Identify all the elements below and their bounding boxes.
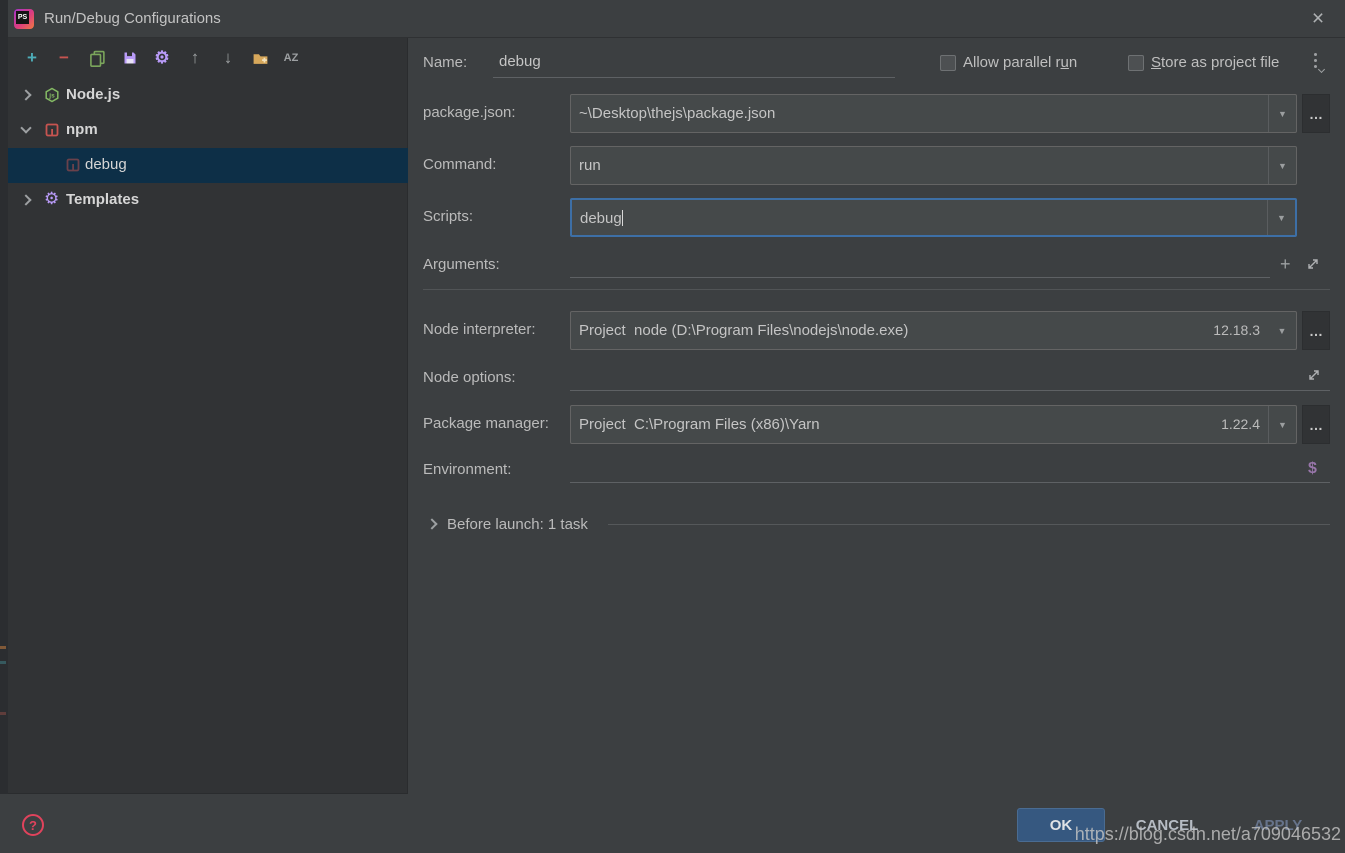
text-caret [622, 210, 623, 226]
move-up-icon[interactable]: ↑ [184, 47, 206, 69]
configurations-sidebar: + − ⚙ ↑ ↓ AZ js Node.js [8, 38, 408, 794]
package-manager-browse-button[interactable]: … [1302, 405, 1330, 444]
node-version: 12.18.3 [1213, 312, 1260, 349]
dropdown-arrow-icon[interactable]: ▼ [1268, 147, 1296, 184]
tree-item-label: Node.js [66, 86, 120, 103]
expand-field-icon[interactable] [1306, 367, 1322, 383]
sort-alphabetically-icon[interactable]: AZ [280, 47, 302, 69]
store-as-project-file-checkbox[interactable] [1128, 55, 1144, 71]
node-interpreter-browse-button[interactable]: … [1302, 311, 1330, 350]
nodejs-icon: js [44, 87, 60, 103]
dropdown-arrow-icon[interactable]: ▼ [1268, 95, 1296, 132]
svg-text:js: js [48, 93, 55, 100]
before-launch-line [608, 524, 1330, 525]
title-bar: PS Run/Debug Configurations × [8, 0, 1345, 38]
tree-item-npm[interactable]: npm [8, 113, 408, 148]
package-manager-combobox[interactable]: Project C:\Program Files (x86)\Yarn 1.22… [570, 405, 1297, 444]
tree-item-nodejs[interactable]: js Node.js [8, 78, 408, 113]
remove-configuration-icon[interactable]: − [53, 47, 75, 69]
package-json-browse-button[interactable]: … [1302, 94, 1330, 133]
node-interpreter-combobox[interactable]: Project node (D:\Program Files\nodejs\no… [570, 311, 1297, 350]
package-json-combobox[interactable]: ~\Desktop\thejs\package.json ▼ [570, 94, 1297, 133]
dropdown-arrow-icon[interactable]: ▼ [1268, 406, 1296, 443]
before-launch-label[interactable]: Before launch: 1 task [447, 516, 588, 533]
command-label: Command: [423, 156, 496, 173]
package-json-label: package.json: [423, 104, 516, 121]
node-options-input[interactable] [570, 361, 1330, 391]
watermark: https://blog.csdn.net/a709046532 [1075, 824, 1341, 845]
store-as-project-file-label[interactable]: Store as project file [1151, 54, 1279, 71]
phpstorm-badge: PS [16, 11, 29, 24]
stripe-mark [0, 661, 6, 664]
scripts-label: Scripts: [423, 208, 473, 225]
name-label: Name: [423, 54, 467, 71]
chevron-right-icon[interactable] [20, 89, 31, 100]
dialog-title: Run/Debug Configurations [44, 10, 221, 27]
dropdown-arrow-icon[interactable]: ▼ [1267, 200, 1295, 235]
section-separator [423, 289, 1330, 290]
more-options-icon[interactable] [1310, 52, 1326, 76]
gear-icon: ⚙ [44, 191, 60, 207]
command-combobox[interactable]: run ▼ [570, 146, 1297, 185]
sidebar-toolbar: + − ⚙ ↑ ↓ AZ [8, 38, 407, 80]
environment-label: Environment: [423, 461, 511, 478]
stripe-mark [0, 646, 6, 649]
npm-icon [65, 157, 81, 173]
chevron-right-icon[interactable] [426, 518, 437, 529]
edit-templates-icon[interactable]: ⚙ [151, 47, 173, 69]
tree-item-debug[interactable]: debug [8, 148, 408, 183]
allow-parallel-run-label[interactable]: Allow parallel run [963, 54, 1077, 71]
dialog-footer: ? OK CANCEL APPLY https://blog.csdn.net/… [0, 794, 1345, 853]
allow-parallel-run-checkbox[interactable] [940, 55, 956, 71]
chevron-down-icon[interactable] [20, 122, 31, 133]
help-icon[interactable]: ? [22, 814, 44, 836]
environment-input[interactable] [570, 453, 1330, 483]
add-configuration-icon[interactable]: + [21, 47, 43, 69]
arguments-input[interactable] [570, 248, 1270, 278]
chevron-right-icon[interactable] [20, 194, 31, 205]
npm-icon [44, 122, 60, 138]
window-edge-strip [0, 0, 8, 853]
add-argument-icon[interactable]: + [1280, 256, 1291, 272]
dropdown-arrow-icon[interactable]: ▼ [1268, 312, 1296, 349]
tree-item-label: debug [85, 156, 127, 173]
phpstorm-icon: PS [14, 9, 34, 29]
new-folder-icon[interactable] [249, 47, 271, 69]
copy-configuration-icon[interactable] [86, 47, 108, 69]
environment-variables-icon[interactable]: $ [1308, 460, 1317, 478]
tree-item-label: Templates [66, 191, 139, 208]
yarn-version: 1.22.4 [1221, 406, 1260, 443]
name-input[interactable]: debug [493, 48, 895, 78]
tree-item-label: npm [66, 121, 98, 138]
package-manager-label: Package manager: [423, 415, 549, 432]
scripts-combobox[interactable]: debug ▼ [570, 198, 1297, 237]
node-interpreter-label: Node interpreter: [423, 321, 536, 338]
close-icon[interactable]: × [1305, 6, 1331, 32]
arguments-label: Arguments: [423, 256, 500, 273]
expand-field-icon[interactable] [1305, 256, 1321, 272]
run-debug-configurations-dialog: PS Run/Debug Configurations × + − ⚙ ↑ ↓ … [0, 0, 1345, 853]
save-configuration-icon[interactable] [119, 47, 141, 69]
node-options-label: Node options: [423, 369, 516, 386]
tree-item-templates[interactable]: ⚙ Templates [8, 183, 408, 218]
move-down-icon[interactable]: ↓ [217, 47, 239, 69]
stripe-mark [0, 712, 6, 715]
